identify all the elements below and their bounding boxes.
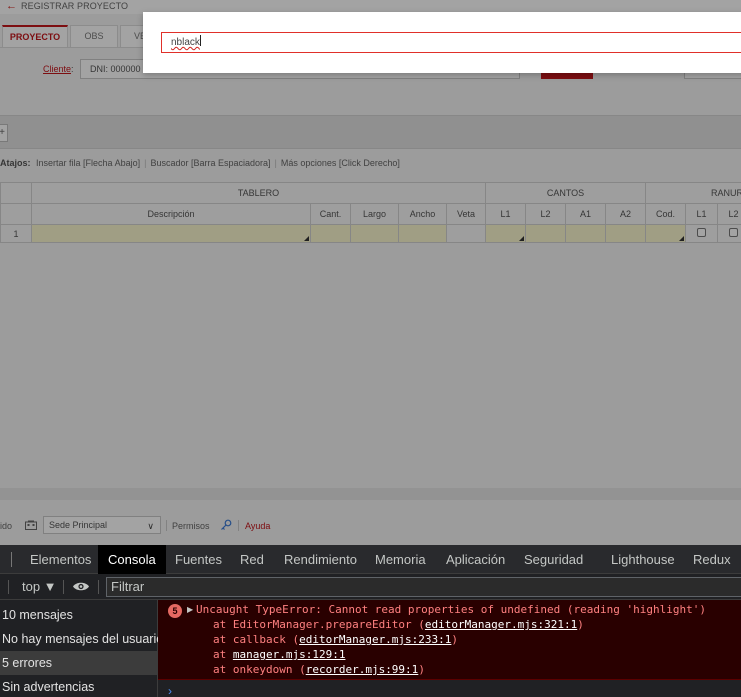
divider xyxy=(8,580,9,594)
search-modal: nblack xyxy=(143,12,741,73)
stack-frame-link[interactable]: recorder.mjs:99:1 xyxy=(306,663,419,676)
devtools-panel: Elementos Consola Fuentes Red Rendimient… xyxy=(0,545,741,697)
tab-lighthouse[interactable]: Lighthouse xyxy=(611,545,675,574)
console-filter-input[interactable]: Filtrar xyxy=(106,577,741,597)
stack-frame: at onkeydown (recorder.mjs:99:1) xyxy=(213,663,425,676)
app-window: ← REGISTRAR PROYECTO PROYECTO OBS VE Cli… xyxy=(0,0,741,545)
error-message-text: Uncaught TypeError: Cannot read properti… xyxy=(196,603,706,616)
sidebar-item-user-messages[interactable]: No hay mensajes del usuario xyxy=(0,627,163,651)
stack-frame-link[interactable]: manager.mjs:129:1 xyxy=(233,648,346,661)
error-count-badge: 5 xyxy=(168,604,182,618)
devtools-tabs: Elementos Consola Fuentes Red Rendimient… xyxy=(0,545,741,574)
screen: ← REGISTRAR PROYECTO PROYECTO OBS VE Cli… xyxy=(0,0,741,697)
console-sidebar: 10 mensajes No hay mensajes del usuario … xyxy=(0,600,163,697)
console-filter-bar: top ▼ Filtrar xyxy=(0,574,741,600)
tab-memoria[interactable]: Memoria xyxy=(375,545,426,574)
tab-redux[interactable]: Redux xyxy=(693,545,731,574)
stack-frame: at callback (editorManager.mjs:233:1) xyxy=(213,633,459,646)
tab-aplicacion[interactable]: Aplicación xyxy=(446,545,505,574)
modal-search-input[interactable]: nblack xyxy=(161,32,741,53)
tab-fuentes[interactable]: Fuentes xyxy=(175,545,222,574)
sidebar-item-messages[interactable]: 10 mensajes xyxy=(0,603,158,627)
context-selector[interactable]: top ▼ xyxy=(22,579,57,594)
expand-arrow-icon[interactable]: ▶ xyxy=(187,605,193,614)
console-prompt-icon[interactable]: › xyxy=(168,684,172,697)
modal-search-text: nblack xyxy=(171,37,200,48)
tab-seguridad[interactable]: Seguridad xyxy=(524,545,583,574)
text-caret xyxy=(199,35,201,46)
tab-red[interactable]: Red xyxy=(240,545,264,574)
tab-elementos[interactable]: Elementos xyxy=(30,545,91,574)
tab-consola[interactable]: Consola xyxy=(98,545,166,574)
divider xyxy=(11,552,12,567)
divider xyxy=(63,580,64,594)
sidebar-item-warnings[interactable]: Sin advertencias xyxy=(0,675,158,697)
stack-frame-link[interactable]: editorManager.mjs:321:1 xyxy=(425,618,577,631)
stack-frame: at EditorManager.prepareEditor (editorMa… xyxy=(213,618,584,631)
stack-frame: at manager.mjs:129:1 xyxy=(213,648,346,661)
console-output: 5 ▶ Uncaught TypeError: Cannot read prop… xyxy=(158,600,741,697)
divider xyxy=(98,580,99,594)
sidebar-item-errors[interactable]: 5 errores xyxy=(0,651,158,675)
stack-frame-link[interactable]: editorManager.mjs:233:1 xyxy=(299,633,451,646)
console-error-message[interactable]: 5 ▶ Uncaught TypeError: Cannot read prop… xyxy=(158,600,741,680)
tab-rendimiento[interactable]: Rendimiento xyxy=(284,545,357,574)
eye-icon[interactable] xyxy=(72,581,90,592)
modal-backdrop[interactable] xyxy=(0,0,741,545)
